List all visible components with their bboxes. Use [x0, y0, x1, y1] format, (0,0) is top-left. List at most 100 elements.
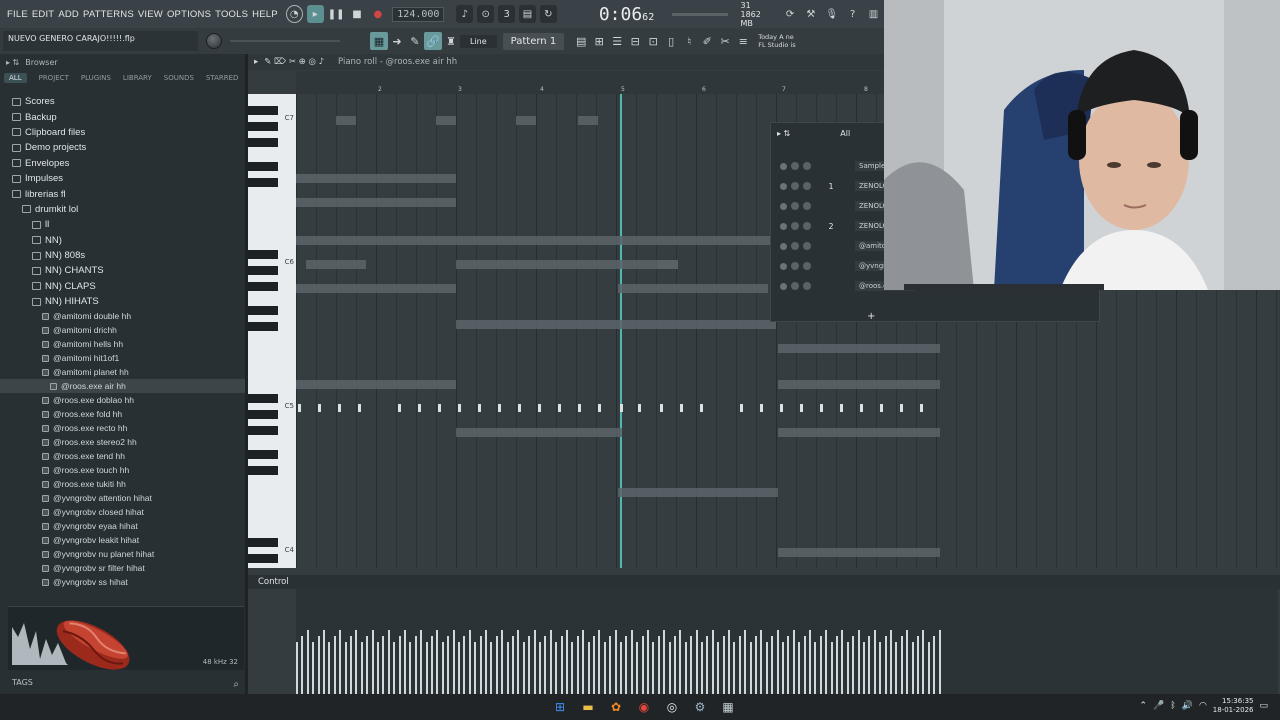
- windows-start-icon[interactable]: ⊞: [550, 697, 570, 717]
- stop-button[interactable]: ■: [349, 5, 366, 23]
- browser-file[interactable]: @roos.exe tukiti hh: [0, 477, 245, 491]
- menu-add[interactable]: ADD: [56, 9, 81, 20]
- rack-arrow-icon[interactable]: ▸ ⇅: [777, 129, 790, 138]
- script-icon[interactable]: ✂: [716, 32, 734, 50]
- ghost-note[interactable]: [296, 236, 776, 245]
- ghost-note[interactable]: [436, 116, 456, 125]
- master-pitch-knob[interactable]: [206, 33, 222, 49]
- hihat-note[interactable]: [620, 404, 623, 412]
- wifi-icon[interactable]: ◠: [1199, 701, 1207, 711]
- ghost-note[interactable]: [618, 488, 778, 497]
- plugin-picker-icon[interactable]: ⊡: [644, 32, 662, 50]
- pan-knob[interactable]: [791, 242, 799, 250]
- mic-icon[interactable]: 🎙: [823, 5, 840, 23]
- channel-route[interactable]: 2: [821, 222, 841, 231]
- black-key[interactable]: [248, 450, 278, 459]
- hihat-note[interactable]: [338, 404, 341, 412]
- hihat-note[interactable]: [920, 404, 923, 412]
- browser-folder[interactable]: ll: [0, 217, 245, 232]
- tuner-icon[interactable]: ♮: [680, 32, 698, 50]
- hihat-note[interactable]: [820, 404, 823, 412]
- ghost-note[interactable]: [516, 116, 536, 125]
- mic-tray-icon[interactable]: 🎤: [1153, 701, 1164, 711]
- volume-knob[interactable]: [803, 182, 811, 190]
- black-key[interactable]: [248, 282, 278, 291]
- chrome-icon[interactable]: ◉: [634, 697, 654, 717]
- record-button[interactable]: ●: [369, 5, 386, 23]
- hihat-note[interactable]: [458, 404, 461, 412]
- ghost-note[interactable]: [658, 260, 678, 269]
- rack-filter[interactable]: All: [840, 129, 850, 138]
- clock[interactable]: 15:36:35 18-01-2026: [1213, 697, 1254, 715]
- ghost-note[interactable]: [296, 174, 456, 183]
- ghost-note[interactable]: [456, 260, 678, 269]
- bluetooth-icon[interactable]: ᛒ: [1170, 701, 1175, 711]
- ghost-note[interactable]: [296, 284, 456, 293]
- channel-led-icon[interactable]: [780, 162, 787, 170]
- file-explorer-icon[interactable]: ▬: [578, 697, 598, 717]
- ghost-note[interactable]: [778, 344, 940, 353]
- loop-record-icon[interactable]: ↻: [539, 5, 557, 23]
- ghost-note[interactable]: [778, 548, 940, 557]
- hihat-note[interactable]: [478, 404, 481, 412]
- hihat-note[interactable]: [558, 404, 561, 412]
- calculator-icon[interactable]: ▦: [718, 697, 738, 717]
- browser-file[interactable]: @amitomi planet hh: [0, 365, 245, 379]
- pan-knob[interactable]: [791, 222, 799, 230]
- hihat-note[interactable]: [900, 404, 903, 412]
- black-key[interactable]: [248, 554, 278, 563]
- browser-folder[interactable]: Demo projects: [0, 140, 245, 155]
- browser-file[interactable]: @yvngrobv closed hihat: [0, 505, 245, 519]
- plugin-icon[interactable]: ⚒: [802, 5, 819, 23]
- black-key[interactable]: [248, 162, 278, 171]
- volume-knob[interactable]: [803, 262, 811, 270]
- ghost-note[interactable]: [296, 198, 456, 207]
- tab-all[interactable]: ALL: [4, 73, 27, 83]
- brush-icon[interactable]: ✐: [698, 32, 716, 50]
- control-label[interactable]: Control: [258, 577, 289, 587]
- pan-knob[interactable]: [791, 282, 799, 290]
- channel-led-icon[interactable]: [780, 262, 787, 270]
- snap-select[interactable]: Line: [460, 34, 497, 48]
- hihat-note[interactable]: [598, 404, 601, 412]
- black-key[interactable]: [248, 426, 278, 435]
- time-display[interactable]: 0:0662: [599, 4, 654, 25]
- volume-icon[interactable]: 🔊: [1182, 701, 1193, 711]
- black-key[interactable]: [248, 266, 278, 275]
- channel-led-icon[interactable]: [780, 282, 787, 290]
- browser-file[interactable]: @roos.exe recto hh: [0, 421, 245, 435]
- pan-knob[interactable]: [791, 162, 799, 170]
- browser-file[interactable]: @roos.exe tend hh: [0, 449, 245, 463]
- hihat-note[interactable]: [860, 404, 863, 412]
- volume-knob[interactable]: [803, 282, 811, 290]
- browser-file[interactable]: @yvngrobv ss hihat: [0, 575, 245, 589]
- hihat-note[interactable]: [880, 404, 883, 412]
- ghost-note[interactable]: [578, 116, 598, 125]
- black-key[interactable]: [248, 178, 278, 187]
- obs-icon[interactable]: ◎: [662, 697, 682, 717]
- menu-options[interactable]: OPTIONS: [165, 9, 213, 20]
- volume-knob[interactable]: [803, 222, 811, 230]
- channel-led-icon[interactable]: [780, 222, 787, 230]
- tab-project[interactable]: PROJECT: [39, 74, 69, 82]
- hihat-note[interactable]: [680, 404, 683, 412]
- browser-file[interactable]: @yvngrobv leakit hihat: [0, 533, 245, 547]
- hihat-note[interactable]: [638, 404, 641, 412]
- black-key[interactable]: [248, 138, 278, 147]
- tab-sounds[interactable]: SOUNDS: [164, 74, 194, 82]
- pause-button[interactable]: ❚❚: [328, 5, 345, 23]
- hihat-note[interactable]: [498, 404, 501, 412]
- link-icon[interactable]: 🔗: [424, 32, 442, 50]
- step-edit-icon[interactable]: ▤: [519, 5, 536, 23]
- browser-file[interactable]: @yvngrobv sr filter hihat: [0, 561, 245, 575]
- browser-menu-icon[interactable]: ▸ ⇅: [6, 58, 19, 67]
- channel-led-icon[interactable]: [780, 242, 787, 250]
- draw-icon[interactable]: ✎: [406, 32, 424, 50]
- channel-led-icon[interactable]: [780, 182, 787, 190]
- browser-folder[interactable]: drumkit lol: [0, 202, 245, 217]
- pan-knob[interactable]: [791, 202, 799, 210]
- pr-menu-icon[interactable]: ▸: [254, 57, 258, 67]
- volume-knob[interactable]: [803, 242, 811, 250]
- hihat-note[interactable]: [840, 404, 843, 412]
- menu-file[interactable]: FILE: [5, 9, 30, 20]
